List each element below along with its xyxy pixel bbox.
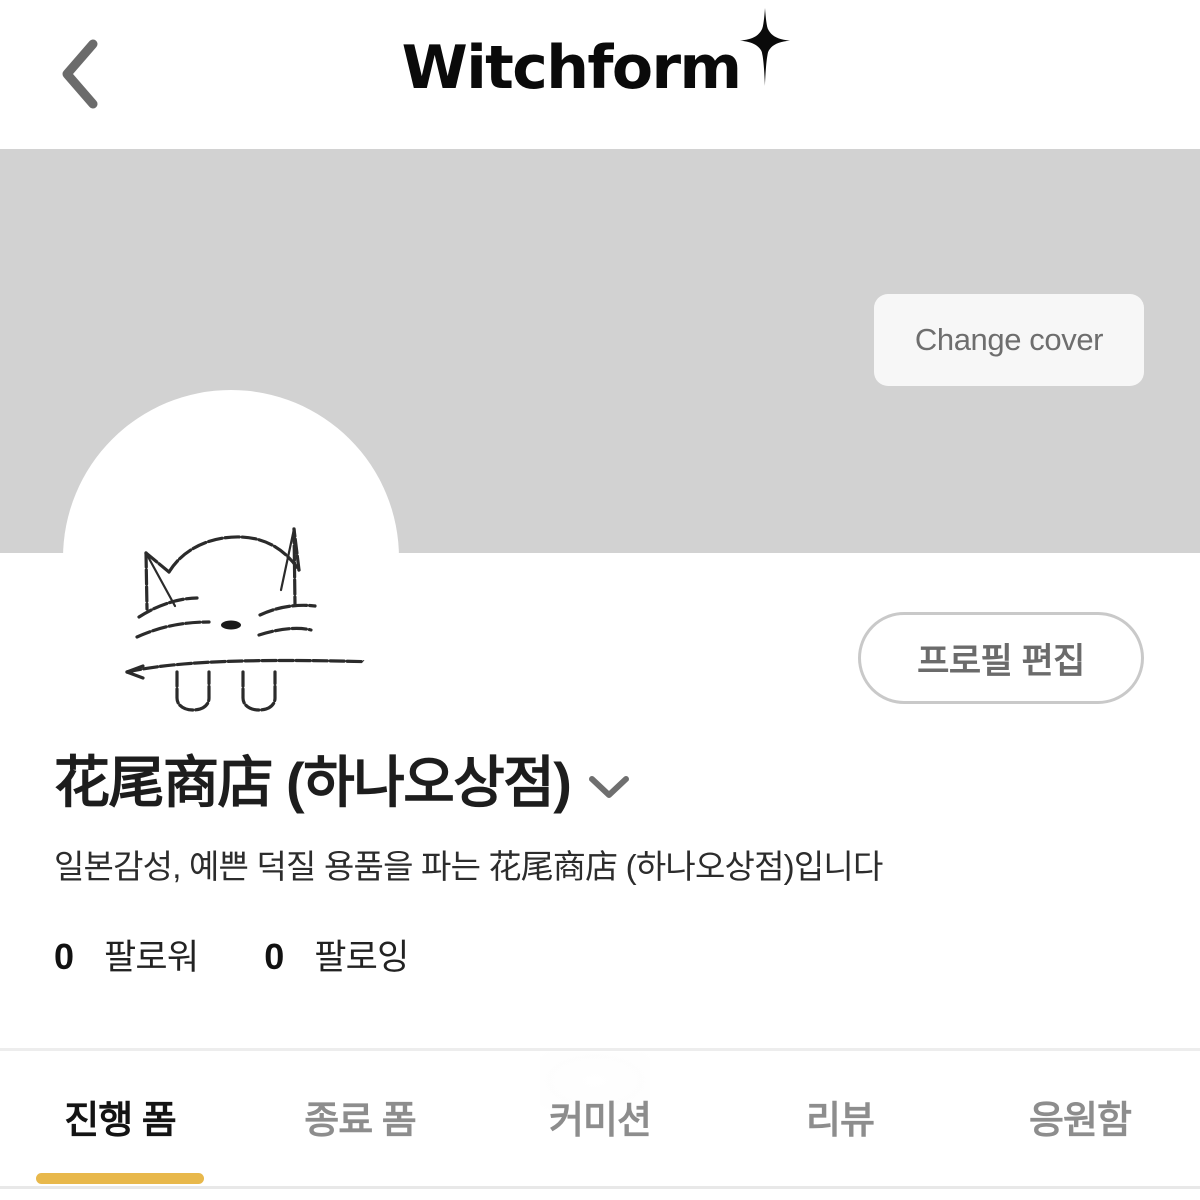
followers-stat[interactable]: 0 팔로워 (54, 929, 199, 980)
followers-count: 0 (54, 936, 75, 978)
followers-label: 팔로워 (104, 938, 199, 978)
tab-label: 리뷰 (806, 1100, 875, 1142)
change-cover-button[interactable]: Change cover (874, 294, 1144, 386)
sparkle-star-icon (736, 8, 794, 86)
tab-closed-forms[interactable]: 종료 폼 (240, 1051, 480, 1200)
profile-info: 花尾商店 (하나오상점) 일본감성, 예쁜 덕질 용품을 파는 花尾商店 (하나… (54, 751, 1144, 980)
hand-drawn-cat-avatar-icon (63, 390, 399, 726)
tab-ongoing-forms[interactable]: 진행 폼 (0, 1051, 240, 1200)
chevron-down-icon[interactable] (586, 764, 632, 802)
tab-bar: 진행 폼 종료 폼 커미션 리뷰 응원함 (0, 1051, 1200, 1200)
profile-name-row: 花尾商店 (하나오상점) (54, 751, 1144, 815)
brand-logo: Witchform (0, 0, 1200, 130)
profile-screen: Witchform Change cover 프로필 편집 花尾商店 (하나오상… (0, 0, 1200, 1200)
profile-stats: 0 팔로워 0 팔로잉 (54, 929, 1144, 980)
tab-bar-bottom-rule (0, 1186, 1200, 1189)
app-header: Witchform (0, 0, 1200, 149)
page-title: 花尾商店 (하나오상점) (54, 751, 572, 814)
tab-label: 종료 폼 (304, 1100, 416, 1142)
following-label: 팔로잉 (314, 938, 409, 978)
edit-profile-button[interactable]: 프로필 편집 (858, 612, 1144, 704)
profile-bio: 일본감성, 예쁜 덕질 용품을 파는 花尾商店 (하나오상점)입니다 (54, 847, 883, 885)
active-tab-indicator (36, 1173, 204, 1184)
following-count: 0 (264, 936, 285, 978)
tab-label: 진행 폼 (64, 1100, 176, 1142)
tab-review[interactable]: 리뷰 (720, 1051, 960, 1200)
tab-commission[interactable]: 커미션 (480, 1051, 720, 1200)
tab-support-box[interactable]: 응원함 (960, 1051, 1200, 1200)
tab-label: 커미션 (549, 1100, 652, 1142)
brand-name: Witchform (401, 33, 742, 103)
following-stat[interactable]: 0 팔로잉 (264, 929, 409, 980)
avatar[interactable] (63, 390, 399, 726)
tab-label: 응원함 (1029, 1100, 1132, 1142)
